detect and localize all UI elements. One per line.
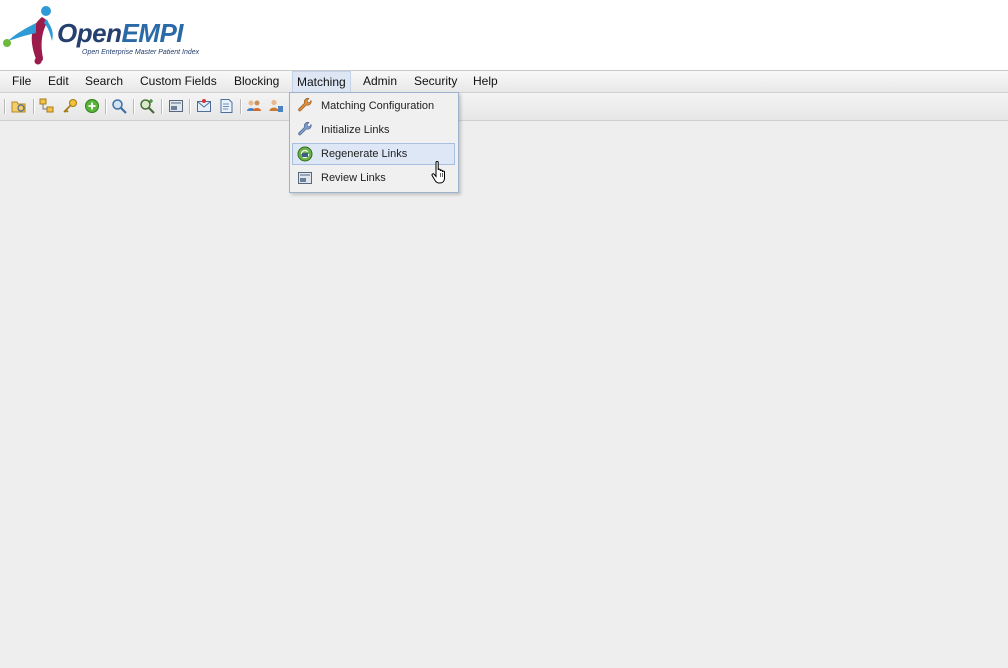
menu-custom-fields[interactable]: Custom Fields <box>136 71 221 92</box>
envelope-icon[interactable] <box>196 98 212 114</box>
toolbar-separator <box>33 99 35 114</box>
menu-item-label: Review Links <box>321 172 386 184</box>
toolbar-separator <box>133 99 135 114</box>
logo-tagline: Open Enterprise Master Patient Index <box>82 49 200 56</box>
openempi-logo: OpenEMPI Open Enterprise Master Patient … <box>2 3 199 65</box>
user-link-icon[interactable] <box>268 98 284 114</box>
open-folder-icon[interactable] <box>11 98 27 114</box>
menu-item-review-links[interactable]: Review Links <box>292 167 454 189</box>
menu-file[interactable]: File <box>8 71 35 92</box>
menu-item-initialize-links[interactable]: Initialize Links <box>292 119 454 141</box>
tree-nodes-icon[interactable] <box>39 98 55 114</box>
users-icon[interactable] <box>246 98 262 114</box>
key-icon[interactable] <box>62 98 78 114</box>
toolbar <box>0 93 1008 121</box>
menu-help[interactable]: Help <box>469 71 502 92</box>
add-icon[interactable] <box>84 98 100 114</box>
regenerate-globe-icon <box>297 146 313 162</box>
app-header: OpenEMPI Open Enterprise Master Patient … <box>0 0 1008 71</box>
toolbar-separator <box>189 99 191 114</box>
wrench-blue-icon <box>297 122 313 138</box>
menu-item-label: Regenerate Links <box>321 148 408 160</box>
menu-security[interactable]: Security <box>410 71 461 92</box>
toolbar-separator <box>240 99 242 114</box>
document-icon[interactable] <box>218 98 234 114</box>
menu-item-label: Matching Configuration <box>321 100 435 112</box>
logo-figure-icon <box>3 6 53 65</box>
menu-item-matching-configuration[interactable]: Matching Configuration <box>292 95 454 117</box>
advanced-search-icon[interactable] <box>139 98 155 114</box>
main-content-area <box>0 121 1008 668</box>
toolbar-separator <box>161 99 163 114</box>
logo-wordmark: OpenEMPI <box>57 18 184 48</box>
toolbar-separator <box>105 99 107 114</box>
menu-bar: File Edit Search Custom Fields Blocking … <box>0 71 1008 93</box>
record-icon[interactable] <box>168 98 184 114</box>
toolbar-separator <box>4 99 6 114</box>
wrench-orange-icon <box>297 98 313 114</box>
menu-matching[interactable]: Matching <box>292 71 351 92</box>
hand-cursor-icon <box>431 160 449 186</box>
menu-blocking[interactable]: Blocking <box>230 71 283 92</box>
search-icon[interactable] <box>111 98 127 114</box>
review-record-icon <box>297 170 313 186</box>
menu-item-label: Initialize Links <box>321 124 390 136</box>
menu-search[interactable]: Search <box>81 71 127 92</box>
menu-admin[interactable]: Admin <box>359 71 401 92</box>
menu-edit[interactable]: Edit <box>44 71 73 92</box>
